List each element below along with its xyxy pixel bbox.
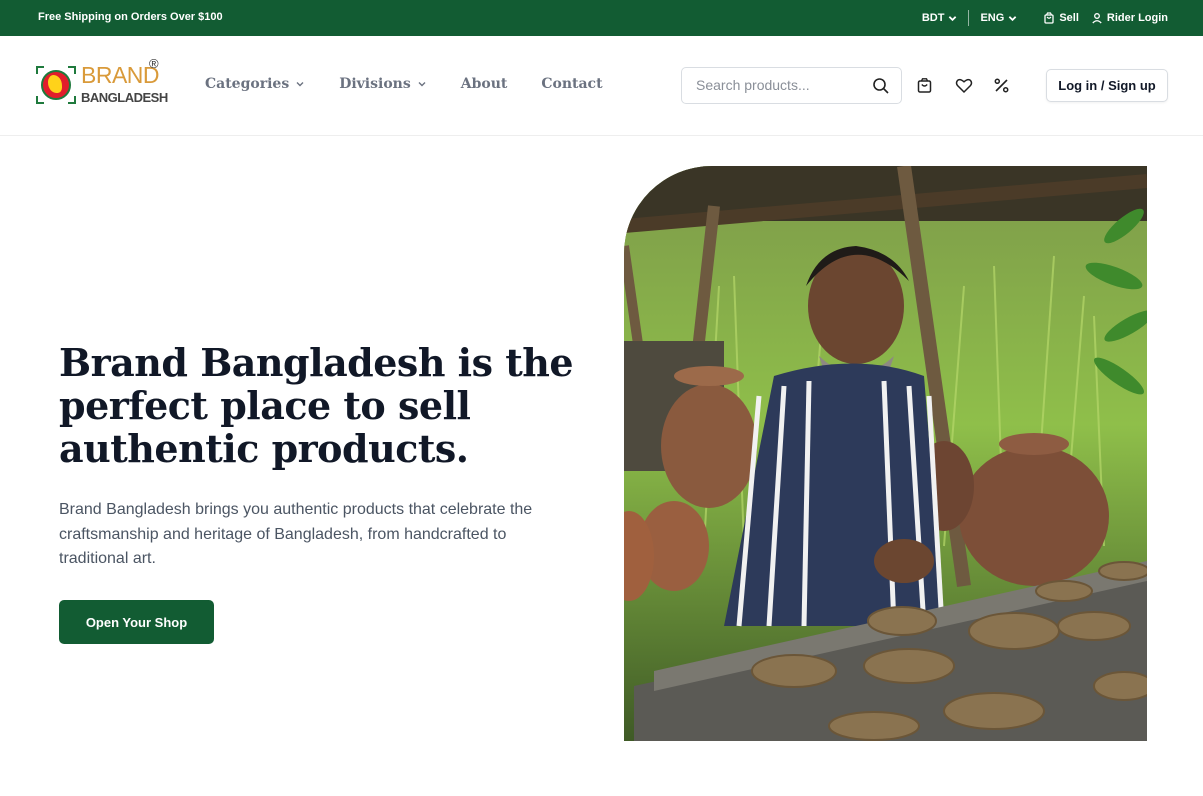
login-signup-button[interactable]: Log in / Sign up xyxy=(1046,69,1168,102)
nav-label: Divisions xyxy=(339,76,411,92)
sell-link[interactable]: Sell xyxy=(1043,12,1079,24)
registered-mark: ® xyxy=(149,56,159,71)
nav-label: Categories xyxy=(205,76,290,92)
rider-login-label: Rider Login xyxy=(1106,12,1168,24)
hero-title: Brand Bangladesh is the perfect place to… xyxy=(59,340,574,471)
nav-label: Contact xyxy=(541,76,603,92)
currency-selector[interactable]: BDT xyxy=(922,12,958,24)
topbar-right-group: BDT ENG Sell Rider Login xyxy=(922,0,1168,36)
sell-label: Sell xyxy=(1059,12,1079,24)
nav-categories[interactable]: Categories xyxy=(205,76,305,92)
search-input[interactable] xyxy=(696,77,866,93)
brand-logo[interactable]: BRAND ® BANGLADESH xyxy=(36,56,168,112)
hero-description: Brand Bangladesh brings you authentic pr… xyxy=(59,501,533,567)
chevron-down-icon xyxy=(949,15,957,21)
chevron-down-icon xyxy=(1009,15,1017,21)
user-icon xyxy=(1092,13,1102,24)
cart-icon[interactable] xyxy=(916,77,933,94)
map-emblem-icon xyxy=(48,75,62,93)
heart-icon[interactable] xyxy=(955,77,973,94)
chevron-down-icon xyxy=(418,82,426,87)
nav-about[interactable]: About xyxy=(461,76,508,92)
potter-illustration xyxy=(624,166,1147,741)
language-selector[interactable]: ENG xyxy=(980,12,1017,24)
rider-login-link[interactable]: Rider Login xyxy=(1091,12,1168,24)
chevron-down-icon xyxy=(296,82,304,87)
search-box xyxy=(681,67,902,104)
search-icon[interactable] xyxy=(872,77,890,95)
language-label: ENG xyxy=(980,12,1005,24)
open-shop-button[interactable]: Open Your Shop xyxy=(59,600,214,644)
main-header: BRAND ® BANGLADESH Categories Divisions … xyxy=(0,36,1203,136)
nav-label: About xyxy=(460,76,508,92)
main-nav: Categories Divisions About Contact xyxy=(205,76,603,92)
top-announcement-bar: Free Shipping on Orders Over $100 BDT EN… xyxy=(0,0,1203,36)
topbar-divider xyxy=(968,10,970,26)
percent-icon[interactable] xyxy=(993,77,1010,94)
logo-brand-text: BRAND xyxy=(81,62,160,88)
shipping-promo-text: Free Shipping on Orders Over $100 xyxy=(38,11,223,23)
currency-label: BDT xyxy=(921,12,945,24)
nav-contact[interactable]: Contact xyxy=(541,76,602,92)
hero-potter-image xyxy=(624,166,1147,741)
nav-divisions[interactable]: Divisions xyxy=(339,76,427,92)
logo-sub-text: BANGLADESH xyxy=(81,90,168,105)
shopping-bag-icon xyxy=(1044,12,1054,24)
